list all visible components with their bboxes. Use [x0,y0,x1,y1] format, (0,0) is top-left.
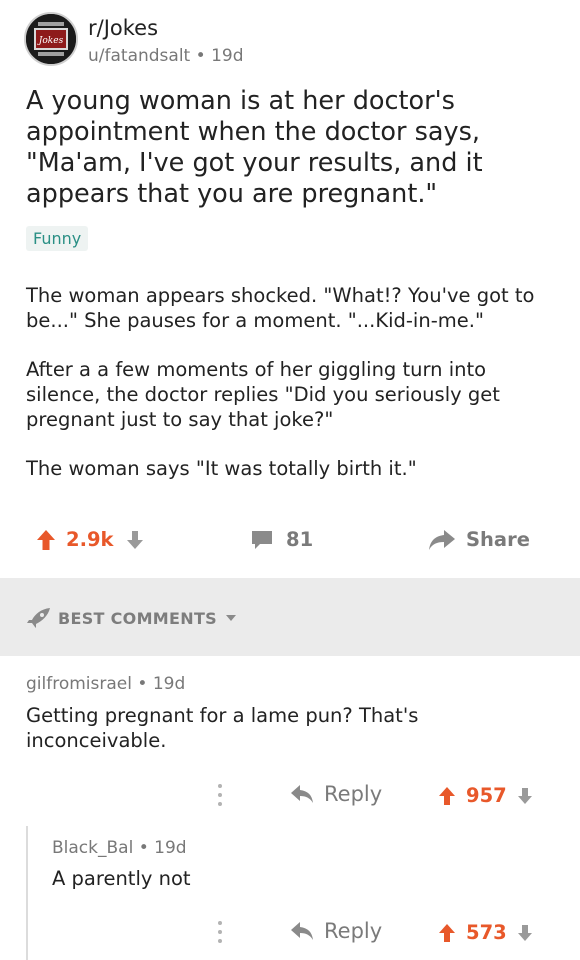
more-icon[interactable] [218,921,224,947]
meta-separator: • [195,46,212,66]
chevron-down-icon [225,615,236,621]
post-body: The woman appears shocked. "What!? You'v… [26,283,561,505]
comment-score: 573 [466,921,507,944]
comment-meta: gilfromisrael • 19d [26,674,185,694]
share-button[interactable]: Share [428,528,530,551]
comment-icon [252,530,272,549]
post-author[interactable]: u/fatandsalt [88,46,190,66]
post-flair[interactable]: Funny [26,226,89,251]
upvote-icon[interactable] [438,923,456,943]
share-icon [429,529,455,550]
downvote-icon[interactable] [517,787,533,805]
comment-author[interactable]: Black_Bal [52,838,133,858]
post-meta: u/fatandsalt • 19d [88,46,244,66]
upvote-icon[interactable] [36,529,56,551]
post-score: 2.9k [66,528,114,551]
comment-meta: Black_Bal • 19d [52,838,187,858]
post-vote: 2.9k [36,528,144,551]
body-paragraph: The woman appears shocked. "What!? You'v… [26,284,535,332]
comment-vote: 573 [438,921,533,944]
body-paragraph: After a a few moments of her giggling tu… [26,358,500,431]
comment-vote: 957 [438,784,533,807]
reply-icon [291,785,313,803]
comment-actions: Reply 957 [0,778,580,818]
subreddit-name[interactable]: r/Jokes [88,16,158,40]
comment-actions: Reply 573 [0,915,580,955]
post-actions: 2.9k 81 Share [0,520,580,562]
reply-icon [291,922,313,940]
downvote-icon[interactable] [126,530,144,550]
comment-age: 19d [152,674,186,694]
post-header: Jokes r/Jokes u/fatandsalt • 19d [24,12,564,68]
comments-count: 81 [286,528,314,551]
comment-age: 19d [154,838,187,858]
reply-button[interactable]: Reply [290,919,382,943]
more-icon[interactable] [218,784,224,810]
body-paragraph: The woman says "It was totally birth it.… [26,457,417,480]
meta-separator: • [137,674,153,694]
jokes-logo-icon: Jokes [26,14,76,64]
sort-selector[interactable]: BEST COMMENTS [26,607,237,629]
reply-button[interactable]: Reply [290,782,382,806]
svg-text:Jokes: Jokes [37,36,64,46]
sort-label: BEST COMMENTS [58,608,217,628]
post-age: 19d [211,46,244,66]
subreddit-avatar[interactable]: Jokes [24,12,78,66]
downvote-icon[interactable] [517,924,533,942]
comment-text: Getting pregnant for a lame pun? That's … [26,704,419,752]
share-label: Share [466,528,530,551]
meta-separator: • [138,838,155,858]
comment-score: 957 [466,784,507,807]
reply-label: Reply [324,919,383,943]
rocket-icon [27,608,50,628]
reply-label: Reply [324,782,383,806]
comment-text: A parently not [52,867,191,890]
post-title: A young woman is at her doctor's appoint… [26,86,483,209]
comment-author[interactable]: gilfromisrael [26,674,132,694]
comments-button[interactable]: 81 [250,528,313,551]
upvote-icon[interactable] [438,786,456,806]
